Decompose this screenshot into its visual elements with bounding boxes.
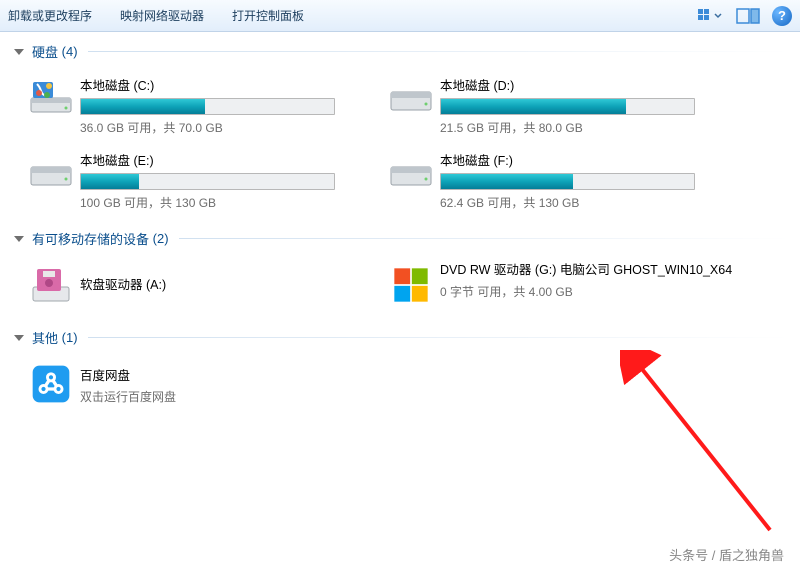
- group-count: (2): [153, 231, 169, 246]
- item-baidu-netdisk[interactable]: 百度网盘 双击运行百度网盘: [18, 355, 378, 417]
- chevron-down-icon: [14, 236, 24, 242]
- usage-bar: [440, 173, 695, 190]
- system-drive-icon: [22, 73, 80, 123]
- drive-info: 100 GB 可用，共 130 GB: [80, 194, 374, 211]
- drive-label: 本地磁盘 (C:): [80, 75, 374, 94]
- help-icon[interactable]: ?: [772, 6, 792, 26]
- group-header-hdd[interactable]: 硬盘 (4): [4, 36, 800, 65]
- preview-pane-icon[interactable]: [734, 5, 762, 27]
- group-header-removable[interactable]: 有可移动存储的设备 (2): [4, 223, 800, 252]
- drive-c[interactable]: 本地磁盘 (C:) 36.0 GB 可用，共 70.0 GB: [18, 69, 378, 144]
- usage-bar: [80, 173, 335, 190]
- view-options-icon[interactable]: [696, 5, 724, 27]
- drive-label: DVD RW 驱动器 (G:) 电脑公司 GHOST_WIN10_X64: [440, 262, 734, 279]
- drive-g[interactable]: DVD RW 驱动器 (G:) 电脑公司 GHOST_WIN10_X64 0 字…: [378, 256, 738, 318]
- toolbar: 卸载或更改程序 映射网络驱动器 打开控制面板 ?: [0, 0, 800, 32]
- drive-label: 本地磁盘 (F:): [440, 150, 734, 169]
- group-title: 硬盘: [32, 42, 58, 61]
- chevron-down-icon: [14, 335, 24, 341]
- group-title: 有可移动存储的设备: [32, 229, 149, 248]
- group-count: (1): [62, 330, 78, 345]
- drive-a[interactable]: 软盘驱动器 (A:): [18, 256, 378, 318]
- group-title: 其他: [32, 328, 58, 347]
- item-sub: 双击运行百度网盘: [80, 388, 374, 405]
- hdd-icon: [382, 73, 440, 123]
- drive-label: 软盘驱动器 (A:): [80, 274, 374, 293]
- hdd-icon: [382, 148, 440, 198]
- content-area: 硬盘 (4) 本地磁盘 (C:) 36.0: [0, 32, 800, 421]
- floppy-icon: [22, 260, 80, 310]
- usage-bar: [440, 98, 695, 115]
- drive-e[interactable]: 本地磁盘 (E:) 100 GB 可用，共 130 GB: [18, 144, 378, 219]
- drive-info: 0 字节 可用，共 4.00 GB: [440, 283, 734, 300]
- toolbar-map-drive[interactable]: 映射网络驱动器: [120, 7, 204, 24]
- drive-info: 36.0 GB 可用，共 70.0 GB: [80, 119, 374, 136]
- toolbar-uninstall[interactable]: 卸载或更改程序: [8, 7, 92, 24]
- drive-f[interactable]: 本地磁盘 (F:) 62.4 GB 可用，共 130 GB: [378, 144, 738, 219]
- usage-bar: [80, 98, 335, 115]
- group-count: (4): [62, 44, 78, 59]
- toolbar-control-panel[interactable]: 打开控制面板: [232, 7, 304, 24]
- item-label: 百度网盘: [80, 365, 374, 384]
- drive-info: 62.4 GB 可用，共 130 GB: [440, 194, 734, 211]
- windows-logo-icon: [382, 260, 440, 310]
- drive-label: 本地磁盘 (D:): [440, 75, 734, 94]
- hdd-icon: [22, 148, 80, 198]
- chevron-down-icon: [14, 49, 24, 55]
- baidu-netdisk-icon: [22, 359, 80, 409]
- watermark: 头条号 / 盾之独角兽: [669, 545, 784, 564]
- drive-d[interactable]: 本地磁盘 (D:) 21.5 GB 可用，共 80.0 GB: [378, 69, 738, 144]
- group-header-other[interactable]: 其他 (1): [4, 322, 800, 351]
- drive-info: 21.5 GB 可用，共 80.0 GB: [440, 119, 734, 136]
- drive-label: 本地磁盘 (E:): [80, 150, 374, 169]
